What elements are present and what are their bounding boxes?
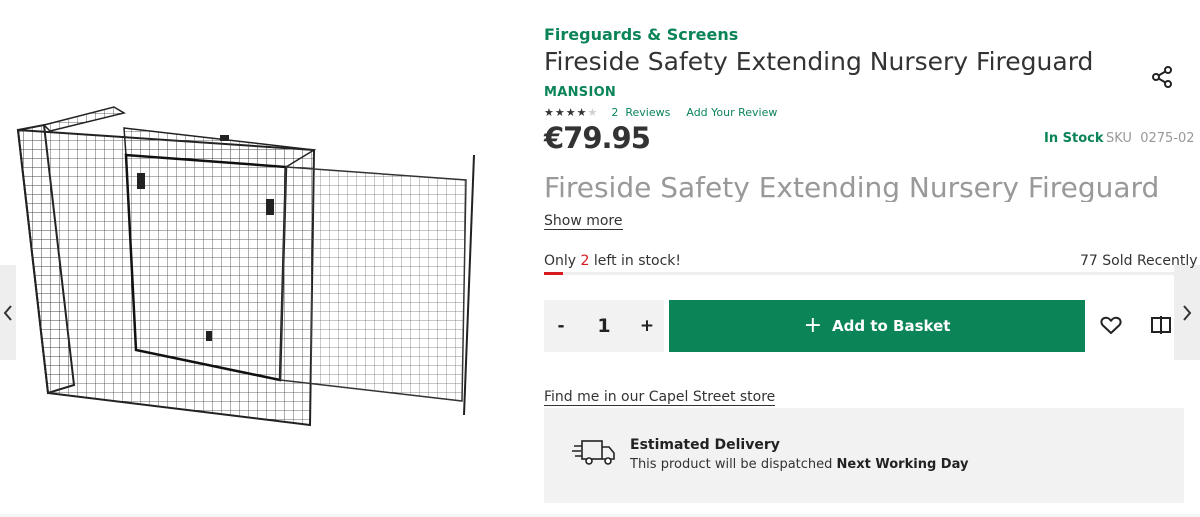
- brand-name[interactable]: MANSION: [544, 85, 616, 100]
- quantity-input[interactable]: 1: [584, 315, 624, 337]
- plus-icon: +: [803, 313, 823, 338]
- star-icon: ★: [565, 106, 576, 119]
- reviews-label: Reviews: [625, 106, 671, 119]
- scarcity-suffix: left in stock!: [593, 253, 682, 269]
- truck-icon: [572, 440, 615, 465]
- category-link[interactable]: Fireguards & Screens: [544, 25, 738, 44]
- scarcity-prefix: Only: [544, 253, 577, 269]
- add-to-basket-label: Add to Basket: [832, 317, 951, 335]
- delivery-text-bold: Next Working Day: [836, 457, 969, 472]
- scarcity-text: Only 2 left in stock!: [544, 253, 681, 269]
- chevron-left-icon: [3, 304, 12, 321]
- add-to-basket-button[interactable]: + Add to Basket: [669, 300, 1085, 352]
- increase-quantity-button[interactable]: +: [630, 316, 664, 336]
- delivery-text: This product will be dispatched Next Wor…: [630, 457, 968, 472]
- rating-row: ★ ★ ★ ★ ★ 2 Reviews Add Your Review: [544, 106, 793, 119]
- star-icon: ★: [554, 106, 565, 119]
- star-icon: ★: [587, 106, 598, 119]
- scarcity-count: 2: [580, 253, 590, 269]
- reviews-link[interactable]: 2 Reviews: [611, 106, 670, 119]
- heart-icon[interactable]: [1099, 313, 1123, 337]
- share-icon[interactable]: [1150, 65, 1174, 89]
- product-gallery: [0, 0, 520, 517]
- rating-stars: ★ ★ ★ ★ ★: [544, 107, 597, 118]
- product-title: Fireside Safety Extending Nursery Firegu…: [544, 47, 1094, 76]
- sku: SKU 0275-02: [1106, 131, 1195, 146]
- delivery-panel: Estimated Delivery This product will be …: [544, 408, 1184, 503]
- product-image[interactable]: [14, 95, 484, 435]
- add-review-link[interactable]: Add Your Review: [686, 106, 777, 119]
- store-link[interactable]: Find me in our Capel Street store: [544, 389, 776, 406]
- star-icon: ★: [576, 106, 587, 119]
- star-icon: ★: [544, 106, 554, 119]
- compare-icon[interactable]: [1149, 313, 1173, 337]
- gallery-next-button[interactable]: [1174, 265, 1200, 360]
- sku-label: SKU: [1106, 131, 1132, 146]
- delivery-text-prefix: This product will be dispatched: [630, 457, 833, 472]
- stock-level-bar: [544, 272, 1184, 275]
- sold-recently: 77 Sold Recently: [1080, 253, 1198, 269]
- sku-value: 0275-02: [1140, 131, 1195, 146]
- stock-status: In Stock: [1044, 131, 1104, 146]
- description-text: Fireside Safety Extending Nursery Firegu…: [544, 171, 1160, 202]
- description-preview: Fireside Safety Extending Nursery Firegu…: [544, 168, 1184, 202]
- quantity-stepper: - 1 +: [544, 300, 664, 352]
- reviews-count: 2: [611, 106, 619, 119]
- chevron-right-icon: [1183, 304, 1192, 321]
- stock-level-fill: [544, 272, 564, 275]
- show-more-link[interactable]: Show more: [544, 213, 623, 230]
- decrease-quantity-button[interactable]: -: [544, 316, 578, 336]
- product-price: €79.95: [544, 121, 651, 155]
- delivery-title: Estimated Delivery: [630, 437, 780, 453]
